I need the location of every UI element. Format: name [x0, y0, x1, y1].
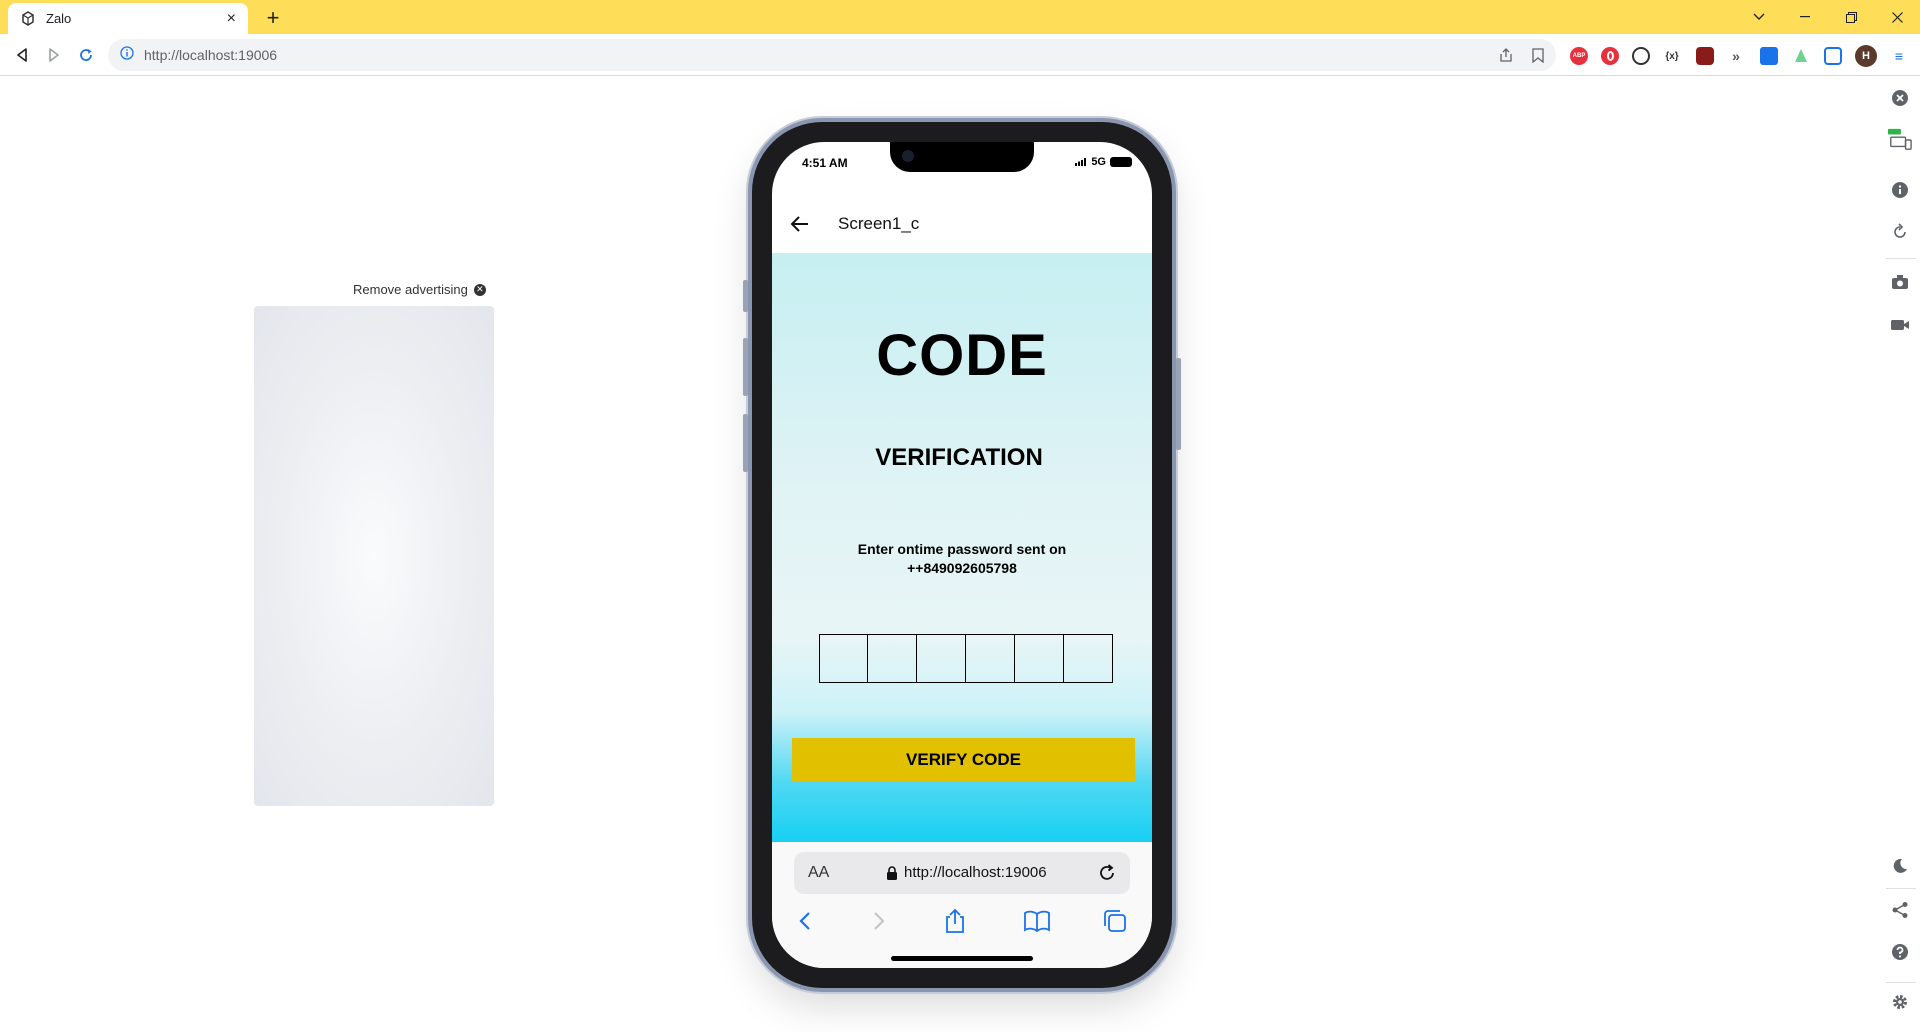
- phone-frame: 4:51 AM 5G Screen1_c CODE VERIFICATION E…: [743, 122, 1181, 988]
- safari-url: http://localhost:19006: [904, 864, 1047, 881]
- volume-up-button: [743, 338, 748, 396]
- help-icon[interactable]: [1888, 940, 1912, 964]
- rail-divider: [1886, 982, 1916, 983]
- share-icon[interactable]: [1498, 47, 1514, 63]
- video-record-icon[interactable]: [1888, 313, 1912, 337]
- otp-digit-4[interactable]: [966, 634, 1015, 683]
- power-button: [1176, 358, 1181, 450]
- safari-share-icon[interactable]: [942, 908, 968, 934]
- extensions-puzzle-icon[interactable]: [1760, 47, 1778, 65]
- notch: [890, 142, 1034, 172]
- back-icon[interactable]: [10, 43, 34, 67]
- otp-input-row: [819, 634, 1113, 683]
- tab-search-icon[interactable]: [1736, 0, 1782, 34]
- opera-addon-icon[interactable]: [1601, 47, 1619, 65]
- otp-instruction: Enter ontime password sent on ++84909260…: [772, 540, 1152, 578]
- otp-digit-6[interactable]: [1064, 634, 1113, 683]
- safari-forward-icon[interactable]: [866, 908, 892, 934]
- dark-mode-icon[interactable]: [1888, 854, 1912, 878]
- volume-down-button: [743, 414, 748, 472]
- address-bar[interactable]: http://localhost:19006: [108, 39, 1556, 71]
- adblock-plus-icon[interactable]: ABP: [1570, 47, 1588, 65]
- bookmark-icon[interactable]: [1530, 47, 1546, 63]
- screen-title: Screen1_c: [838, 214, 920, 233]
- home-indicator: [891, 956, 1033, 961]
- remove-advertising-label: Remove advertising: [353, 282, 468, 297]
- phone-screen: 4:51 AM 5G Screen1_c CODE VERIFICATION E…: [772, 142, 1152, 968]
- json-formatter-icon[interactable]: {x}: [1663, 47, 1681, 65]
- network-label: 5G: [1091, 156, 1106, 168]
- text-size-button[interactable]: AA: [808, 864, 829, 882]
- tab-title: Zalo: [46, 11, 72, 26]
- instruction-line-1: Enter ontime password sent on: [857, 541, 1067, 557]
- otp-digit-2[interactable]: [868, 634, 917, 683]
- responsive-device-icon[interactable]: [1888, 128, 1912, 152]
- safari-bookmarks-icon[interactable]: [1024, 908, 1050, 934]
- app-header: Screen1_c: [772, 194, 1152, 254]
- remove-advertising-link[interactable]: Remove advertising ✕: [353, 282, 486, 297]
- battery-icon: [1110, 157, 1132, 167]
- browser-toolbar: http://localhost:19006 ABP {x} » H ≡: [0, 34, 1920, 76]
- side-panel-icon[interactable]: [1824, 47, 1842, 65]
- silent-switch: [743, 280, 748, 312]
- safari-reload-icon[interactable]: [1096, 862, 1118, 884]
- minimize-icon[interactable]: [1782, 0, 1828, 34]
- verification-heading: VERIFICATION: [875, 444, 1043, 471]
- otp-digit-5[interactable]: [1015, 634, 1064, 683]
- lock-icon: [887, 866, 897, 880]
- status-time: 4:51 AM: [802, 156, 848, 170]
- code-heading: CODE: [876, 323, 1048, 388]
- settings-gear-icon[interactable]: [1888, 990, 1912, 1014]
- tab-close-icon[interactable]: ×: [227, 10, 236, 28]
- close-window-icon[interactable]: [1874, 0, 1920, 34]
- verification-content: CODE VERIFICATION Enter ontime password …: [772, 254, 1152, 842]
- tab-bar: Zalo × +: [0, 0, 1920, 34]
- site-info-icon[interactable]: [120, 45, 134, 65]
- status-indicators: 5G: [1075, 156, 1132, 168]
- close-circle-icon[interactable]: [1888, 86, 1912, 110]
- share-nodes-icon[interactable]: [1888, 898, 1912, 922]
- rail-divider: [1886, 258, 1916, 259]
- safari-bottom-bar: AA http://localhost:19006: [772, 842, 1152, 968]
- ublock-icon[interactable]: [1696, 47, 1714, 65]
- right-sidebar: [1880, 76, 1920, 1032]
- reload-icon[interactable]: [74, 43, 98, 67]
- close-ad-icon[interactable]: ✕: [473, 283, 486, 296]
- safari-tabs-icon[interactable]: [1102, 908, 1128, 934]
- profile-avatar[interactable]: H: [1855, 45, 1877, 67]
- restore-icon[interactable]: [1828, 0, 1874, 34]
- otp-digit-3[interactable]: [917, 634, 966, 683]
- back-arrow-icon[interactable]: [788, 212, 812, 236]
- screenshot-camera-icon[interactable]: [1888, 270, 1912, 294]
- front-camera: [902, 150, 914, 162]
- safari-address-bar[interactable]: AA http://localhost:19006: [794, 852, 1130, 894]
- zalo-favicon-icon: [20, 10, 36, 27]
- instruction-line-2: ++849092605798: [907, 560, 1017, 576]
- figure-extension-icon[interactable]: [1792, 47, 1810, 65]
- ad-placeholder: [254, 306, 494, 806]
- new-tab-button[interactable]: +: [260, 5, 286, 31]
- forward-icon[interactable]: [42, 43, 66, 67]
- safari-back-icon[interactable]: [792, 908, 818, 934]
- extension-blocked-icon[interactable]: [1632, 47, 1650, 65]
- verify-code-button[interactable]: VERIFY CODE: [792, 738, 1135, 782]
- address-url: http://localhost:19006: [144, 47, 278, 63]
- rail-divider: [1886, 888, 1916, 889]
- signal-icon: [1075, 158, 1087, 166]
- otp-digit-1[interactable]: [819, 634, 868, 683]
- info-icon[interactable]: [1888, 178, 1912, 202]
- browser-tab[interactable]: Zalo ×: [8, 3, 248, 34]
- rotate-icon[interactable]: [1888, 220, 1912, 244]
- fast-forward-icon[interactable]: »: [1727, 47, 1745, 65]
- menu-icon[interactable]: ≡: [1890, 47, 1908, 65]
